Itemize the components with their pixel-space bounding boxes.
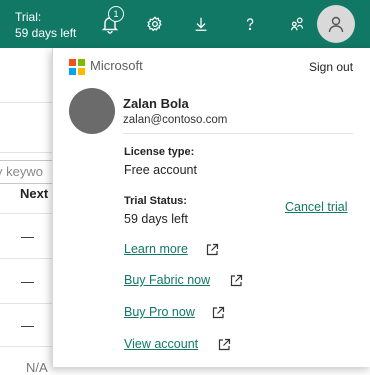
divider	[0, 303, 52, 304]
user-avatar	[69, 88, 115, 134]
divider	[0, 346, 52, 347]
user-email: zalan@contoso.com	[123, 114, 228, 126]
trial-status[interactable]: Trial: 59 days left	[15, 9, 76, 41]
share-icon	[290, 17, 304, 31]
search-input[interactable]: y keywo	[0, 160, 53, 184]
learn-more-link[interactable]: Learn more	[124, 242, 188, 256]
brand-name: Microsoft	[90, 58, 143, 73]
table-cell: —	[21, 274, 34, 289]
cancel-trial-link[interactable]: Cancel trial	[285, 200, 348, 214]
external-link-icon	[230, 274, 243, 287]
view-account-link[interactable]: View account	[124, 337, 198, 351]
divider	[0, 102, 52, 103]
top-header-bar: Trial: 59 days left 1	[0, 0, 370, 48]
share-feedback-button[interactable]	[281, 8, 313, 40]
download-icon	[195, 17, 207, 31]
table-cell: —	[21, 318, 34, 333]
settings-button[interactable]	[139, 8, 171, 40]
divider	[0, 213, 52, 214]
buy-pro-now-link[interactable]: Buy Pro now	[124, 305, 195, 319]
account-button[interactable]	[317, 5, 355, 43]
column-header-next: Next	[20, 186, 49, 201]
trial-status-label: Trial Status:	[124, 195, 187, 207]
external-link-icon	[218, 338, 231, 351]
divider	[0, 152, 52, 153]
notifications-button[interactable]: 1	[94, 6, 126, 40]
microsoft-logo-icon	[69, 59, 85, 75]
trial-status-value: 59 days left	[124, 212, 188, 226]
search-placeholder: y keywo	[0, 164, 43, 179]
divider	[0, 258, 52, 259]
help-icon	[246, 18, 254, 31]
table-cell: N/A	[26, 360, 48, 375]
person-icon	[328, 16, 344, 33]
trial-label: Trial:	[15, 10, 42, 24]
license-type-label: License type:	[124, 146, 195, 158]
license-type-value: Free account	[124, 163, 197, 177]
notification-count-badge: 1	[108, 6, 124, 22]
buy-fabric-now-link[interactable]: Buy Fabric now	[124, 273, 210, 287]
download-button[interactable]	[185, 8, 217, 40]
external-link-icon	[212, 306, 225, 319]
user-name: Zalan Bola	[123, 96, 189, 111]
help-button[interactable]	[234, 8, 266, 40]
trial-days-left: 59 days left	[15, 26, 77, 40]
divider	[123, 133, 353, 134]
sign-out-link[interactable]: Sign out	[309, 60, 353, 74]
gear-icon	[147, 16, 162, 32]
external-link-icon	[206, 243, 219, 256]
table-cell: —	[21, 229, 34, 244]
account-panel: Microsoft Sign out Zalan Bola zalan@cont…	[52, 48, 370, 367]
